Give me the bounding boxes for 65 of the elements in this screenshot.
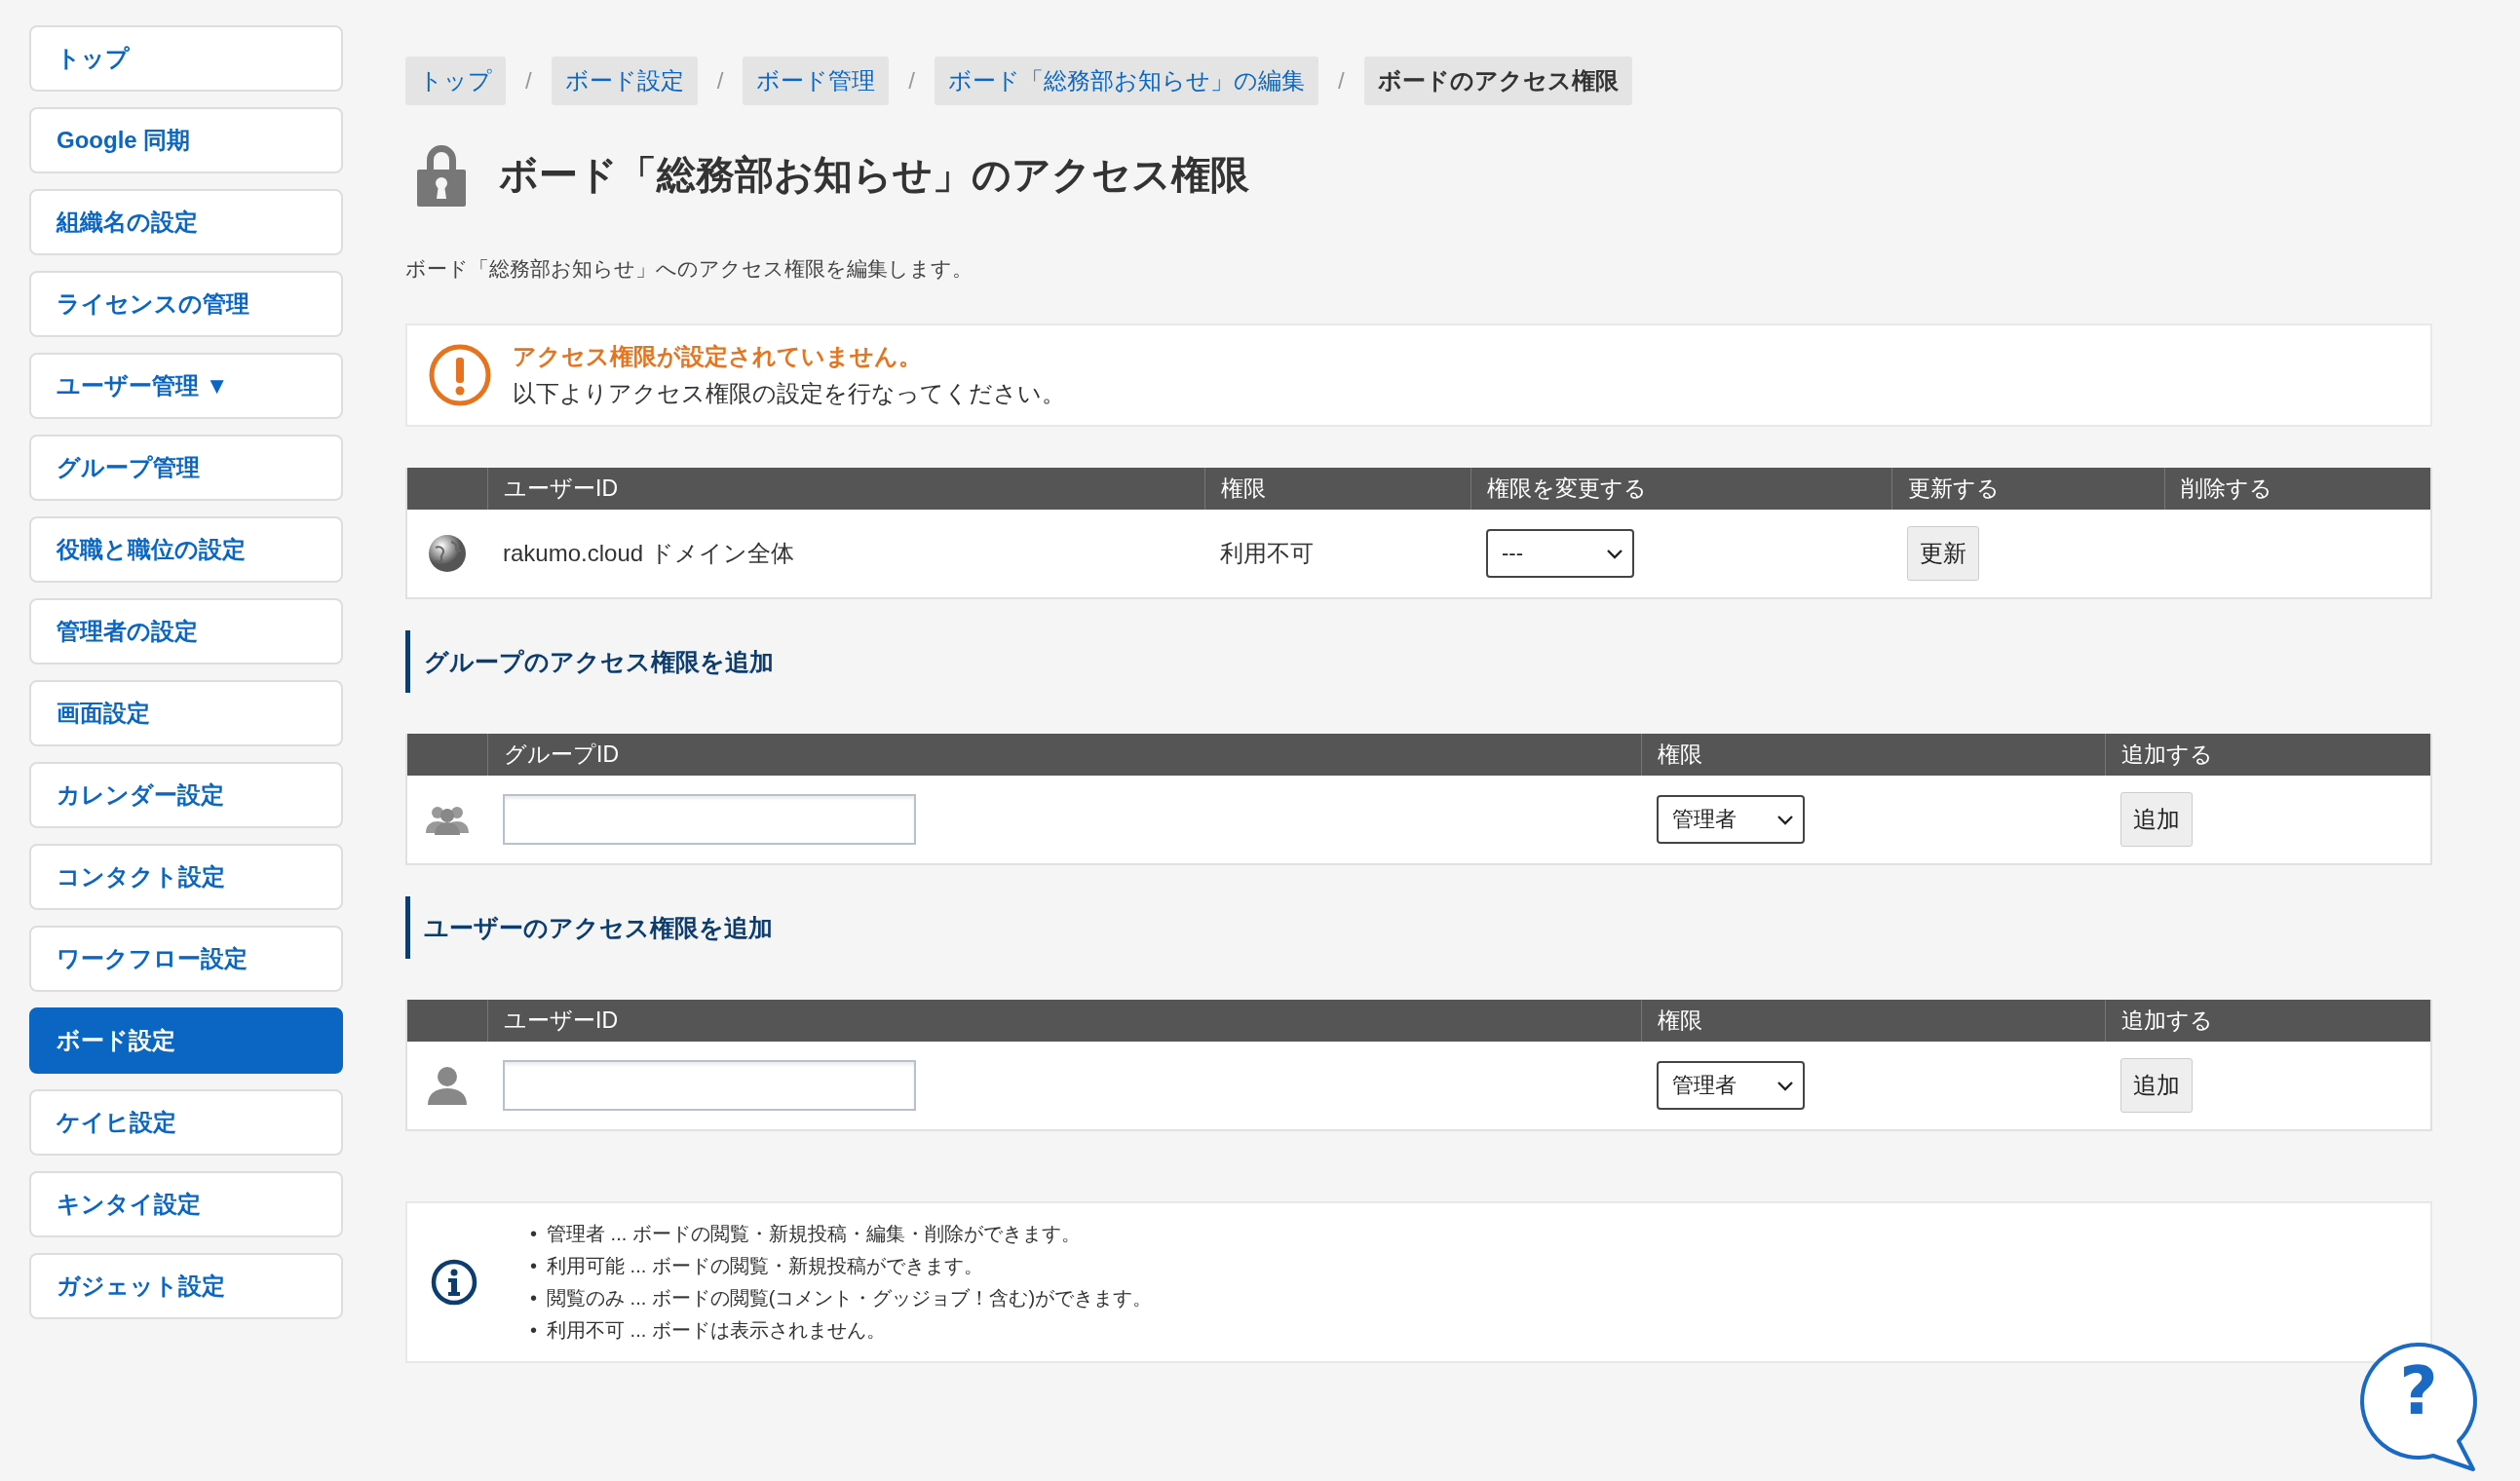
breadcrumb-link[interactable]: ボード設定 <box>551 57 698 105</box>
info-text: 利用不可 ... ボードは表示されません。 <box>547 1318 886 1343</box>
warning-icon <box>429 344 491 406</box>
sidebar-item[interactable]: Google 同期 <box>29 107 343 173</box>
info-text: 利用可能 ... ボードの閲覧・新規投稿ができます。 <box>547 1254 983 1278</box>
column-header: 権限 <box>1204 468 1470 510</box>
column-header: 追加する <box>2105 734 2430 776</box>
column-header: 権限 <box>1641 1000 2105 1042</box>
sidebar-item[interactable]: トップ <box>29 25 343 92</box>
permission-select[interactable]: 管理者 <box>1657 1061 1805 1110</box>
user-id-field[interactable] <box>503 1060 916 1111</box>
sidebar-item[interactable]: 管理者の設定 <box>29 598 343 665</box>
user-icon <box>426 1064 469 1107</box>
permission-select[interactable]: --- <box>1486 529 1634 578</box>
section-heading: グループのアクセス権限を追加 <box>405 630 2432 693</box>
bullet: • <box>530 1318 537 1343</box>
globe-icon <box>428 534 467 573</box>
sidebar-item[interactable]: 組織名の設定 <box>29 189 343 255</box>
column-header: 追加する <box>2105 1000 2430 1042</box>
bullet: • <box>530 1286 537 1310</box>
bullet: • <box>530 1254 537 1278</box>
breadcrumb-separator: / <box>716 67 724 95</box>
sidebar-item[interactable]: 役職と職位の設定 <box>29 516 343 583</box>
sidebar-item[interactable]: ボード設定 <box>29 1007 343 1074</box>
action-button[interactable]: 追加 <box>2120 1058 2193 1113</box>
permission-select[interactable]: 管理者 <box>1657 795 1805 844</box>
breadcrumb-separator: / <box>908 67 915 95</box>
domain-name: rakumo.cloud ドメイン全体 <box>503 539 794 568</box>
bullet: • <box>530 1222 537 1246</box>
info-text: 閲覧のみ ... ボードの閲覧(コメント・グッジョブ！含む)ができます。 <box>547 1286 1153 1310</box>
sidebar-item[interactable]: カレンダー設定 <box>29 762 343 828</box>
sidebar-item[interactable]: ケイヒ設定 <box>29 1089 343 1156</box>
sidebar-item[interactable]: ユーザー管理 ▼ <box>29 353 343 419</box>
section-heading: ユーザーのアクセス権限を追加 <box>405 896 2432 959</box>
group-id-field[interactable] <box>503 794 916 845</box>
breadcrumb-link[interactable]: ボードのアクセス権限 <box>1363 57 1632 105</box>
info-text: 管理者 ... ボードの閲覧・新規投稿・編集・削除ができます。 <box>547 1222 1081 1246</box>
column-header: 権限 <box>1641 734 2105 776</box>
breadcrumb-separator: / <box>1338 67 1345 95</box>
column-header: ユーザーID <box>487 468 1204 510</box>
column-header: 更新する <box>1891 468 2164 510</box>
breadcrumb-link[interactable]: ボード管理 <box>743 57 890 105</box>
sidebar-item[interactable]: ライセンスの管理 <box>29 271 343 337</box>
breadcrumb-link[interactable]: トップ <box>405 57 506 105</box>
page-title: ボード「総務部お知らせ」のアクセス権限 <box>499 151 1249 198</box>
info-icon <box>431 1259 477 1306</box>
sidebar-item[interactable]: コンタクト設定 <box>29 844 343 910</box>
column-header: 権限を変更する <box>1470 468 1891 510</box>
alert-message: 以下よりアクセス権限の設定を行なってください。 <box>513 379 1065 408</box>
sidebar-item[interactable]: グループ管理 <box>29 435 343 501</box>
column-header: 削除する <box>2164 468 2430 510</box>
action-button[interactable]: 更新 <box>1907 526 1979 581</box>
alert-title: アクセス権限が設定されていません。 <box>513 342 923 371</box>
padlock-icon <box>417 142 466 207</box>
sidebar-item[interactable]: ガジェット設定 <box>29 1253 343 1319</box>
permission-value: 利用不可 <box>1220 539 1314 568</box>
sidebar-item[interactable]: キンタイ設定 <box>29 1171 343 1237</box>
page-description: ボード「総務部お知らせ」へのアクセス権限を編集します。 <box>405 256 974 282</box>
sidebar-item[interactable]: 画面設定 <box>29 680 343 746</box>
breadcrumb-link[interactable]: ボード「総務部お知らせ」の編集 <box>935 57 1318 105</box>
column-header: グループID <box>487 734 1641 776</box>
sidebar-item[interactable]: ワークフロー設定 <box>29 926 343 992</box>
action-button[interactable]: 追加 <box>2120 792 2193 847</box>
breadcrumb-separator: / <box>525 67 532 95</box>
column-header: ユーザーID <box>487 1000 1641 1042</box>
